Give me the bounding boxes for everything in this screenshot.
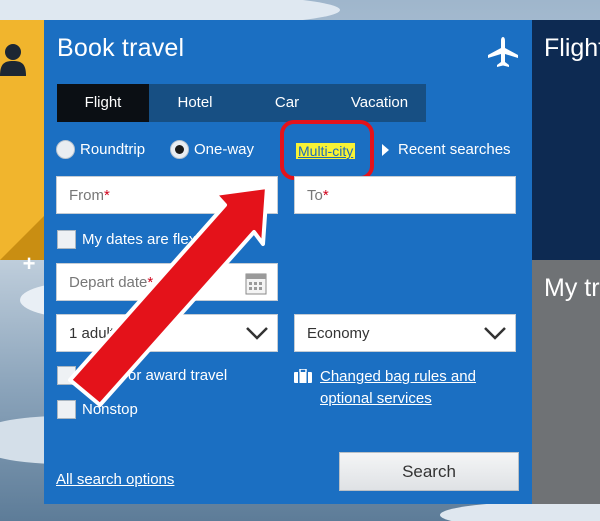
- all-search-options-link[interactable]: All search options: [56, 471, 174, 488]
- tab-car[interactable]: Car: [241, 84, 333, 122]
- multicity-annotation-box: Multi-city: [280, 120, 374, 180]
- calendar-icon[interactable]: [245, 271, 267, 295]
- bag-rules-line2: optional services: [320, 390, 432, 407]
- chevron-down-icon: [246, 327, 268, 340]
- triangle-right-icon: [382, 143, 389, 156]
- required-marker: *: [322, 186, 329, 204]
- radio-circle: [56, 140, 75, 159]
- radio-circle-selected: [170, 140, 189, 159]
- passengers-value: 1 adult: [69, 324, 115, 342]
- my-trips-label: My tr: [544, 274, 600, 302]
- multicity-link[interactable]: Multi-city: [296, 143, 356, 159]
- depart-date-field[interactable]: Depart date *: [56, 263, 278, 301]
- my-trips-tile[interactable]: My tr: [532, 260, 600, 504]
- book-travel-panel: Book travel Flight Hotel Car Vacation Ro…: [44, 20, 532, 504]
- travel-type-tabs: Flight Hotel Car Vacation: [57, 84, 426, 122]
- cabin-select[interactable]: Economy: [294, 314, 516, 352]
- from-field[interactable]: From *: [56, 176, 278, 214]
- flight-status-label: Flight: [544, 34, 600, 62]
- bag-rules-link[interactable]: Changed bag rules and optional services: [320, 366, 520, 410]
- roundtrip-label: Roundtrip: [80, 141, 146, 158]
- briefcase-icon: [294, 369, 312, 383]
- required-marker: *: [104, 186, 110, 204]
- chevron-down-icon: [484, 327, 506, 340]
- search-button[interactable]: Search: [339, 452, 519, 491]
- flight-status-tile[interactable]: Flight: [532, 20, 600, 260]
- to-placeholder: To: [307, 186, 323, 204]
- tab-flight[interactable]: Flight: [57, 84, 149, 122]
- from-placeholder: From: [69, 186, 104, 204]
- required-marker: *: [147, 273, 154, 291]
- roundtrip-radio[interactable]: Roundtrip: [56, 140, 145, 159]
- depart-date-placeholder: Depart date: [69, 273, 148, 291]
- award-travel-label: or award travel: [128, 367, 228, 384]
- checkbox-box: [57, 366, 76, 385]
- flexible-dates-checkbox[interactable]: My dates are flexib: [57, 230, 208, 249]
- oneway-radio[interactable]: One-way: [170, 140, 254, 159]
- flexible-dates-label: My dates are flexib: [82, 231, 208, 248]
- recent-searches-label: Recent searches: [398, 141, 511, 158]
- checkbox-box: [57, 400, 76, 419]
- account-tile[interactable]: +: [0, 20, 44, 276]
- recent-searches-toggle[interactable]: Recent searches: [382, 141, 511, 158]
- award-travel-checkbox[interactable]: or award travel: [57, 366, 227, 385]
- passengers-select[interactable]: 1 adult: [56, 314, 278, 352]
- bag-rules-line1: Changed bag rules and: [320, 368, 476, 385]
- tab-hotel[interactable]: Hotel: [149, 84, 241, 122]
- airplane-icon: [488, 37, 518, 67]
- to-field[interactable]: To *: [294, 176, 516, 214]
- nonstop-label: Nonstop: [82, 401, 138, 418]
- tab-vacation[interactable]: Vacation: [333, 84, 426, 122]
- nonstop-checkbox[interactable]: Nonstop: [57, 400, 138, 419]
- oneway-label: One-way: [194, 141, 255, 158]
- user-icon: [0, 44, 26, 76]
- plus-icon[interactable]: +: [14, 248, 44, 280]
- cabin-value: Economy: [307, 324, 370, 342]
- checkbox-box: [57, 230, 76, 249]
- panel-title: Book travel: [57, 34, 185, 62]
